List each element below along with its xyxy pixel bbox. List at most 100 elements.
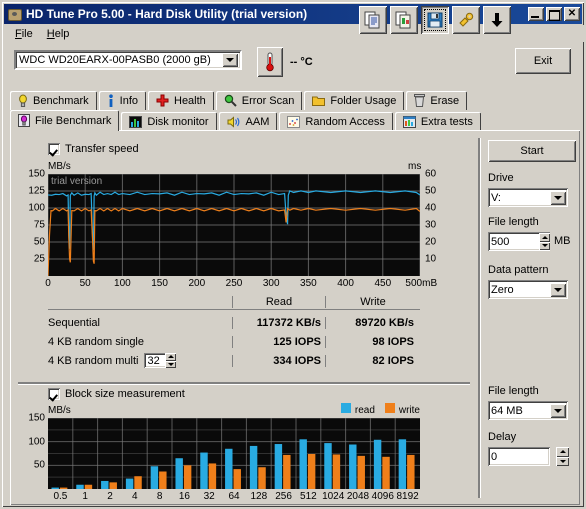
spinner-up-icon[interactable] <box>165 353 177 361</box>
file-length-unit: MB <box>554 235 571 247</box>
tab-random-access-label: Random Access <box>305 115 385 128</box>
temperature-value: -- °C <box>290 56 313 68</box>
spinner-up-icon[interactable] <box>539 233 550 242</box>
block-file-length-dropdown[interactable]: 64 MB <box>488 401 568 420</box>
block-xtick-4096: 4096 <box>371 491 394 502</box>
table-row: 4 KB random single 125 IOPS 98 IOPS <box>48 332 420 351</box>
folder-icon <box>312 95 326 107</box>
legend-swatch-write <box>384 403 395 413</box>
block-xtick-0.5: 0.5 <box>53 491 68 502</box>
chevron-down-icon[interactable] <box>550 282 566 297</box>
data-pattern-label: Data pattern <box>488 264 549 276</box>
transfer-ytick-75: 75 <box>33 219 45 231</box>
file-length-value: 500 <box>491 235 510 248</box>
file-length-input[interactable]: 500 <box>488 232 550 251</box>
tab-erase[interactable]: Erase <box>406 91 468 110</box>
tab-folder-usage[interactable]: Folder Usage <box>304 91 405 110</box>
exit-button-label: Exit <box>533 55 553 67</box>
start-button[interactable]: Start <box>488 140 576 162</box>
drive-selector[interactable]: WDC WD20EARX-00PASB0 (2000 gB) <box>14 50 242 70</box>
trash-icon <box>414 94 426 107</box>
data-pattern-dropdown[interactable]: Zero <box>488 280 568 299</box>
block-size-checkbox[interactable]: Block size measurement <box>48 388 185 400</box>
block-xtick-8192: 8192 <box>396 491 419 502</box>
row-label-random-multi-text: 4 KB random multi <box>48 354 139 367</box>
file-length-label: File length <box>488 216 539 228</box>
tab-benchmark[interactable]: Benchmark <box>10 91 97 110</box>
table-row: 4 KB random multi 32 334 IOPS 82 IOPS <box>48 351 420 370</box>
transfer-ytick-25: 25 <box>33 253 45 265</box>
block-xtick-16: 16 <box>178 491 190 502</box>
copy-image-icon[interactable] <box>390 6 418 34</box>
maximize-button[interactable] <box>546 7 562 21</box>
transfer-speed-chart: trial version 150 125 100 75 50 25 60 50… <box>28 169 437 290</box>
transfer-y2tick-60: 60 <box>425 168 437 180</box>
queue-depth-stepper[interactable]: 32 <box>144 353 177 368</box>
tab-error-scan[interactable]: Error Scan <box>215 91 303 110</box>
tab-random-access[interactable]: Random Access <box>279 112 393 131</box>
download-icon[interactable] <box>483 6 511 34</box>
transfer-speed-checkbox[interactable]: Transfer speed <box>48 143 139 155</box>
tab-health-label: Health <box>174 94 206 107</box>
table-header-read: Read <box>232 295 325 308</box>
transfer-y2-axis-title: ms <box>408 161 422 172</box>
tab-info[interactable]: Info <box>98 91 146 110</box>
tab-health[interactable]: Health <box>148 91 214 110</box>
tab-error-scan-label: Error Scan <box>241 94 295 107</box>
table-row: Sequential 117372 KB/s 89720 KB/s <box>48 313 420 332</box>
magnifier-icon <box>224 94 237 107</box>
spinner-down-icon[interactable] <box>165 360 177 368</box>
checkbox-icon <box>48 143 60 155</box>
settings-icon[interactable] <box>452 6 480 34</box>
tab-disk-monitor[interactable]: Disk monitor <box>121 112 217 131</box>
menu-help[interactable]: HHelpelp <box>40 27 77 41</box>
chevron-down-icon[interactable] <box>550 190 566 205</box>
drive-dropdown-value: V: <box>491 191 501 204</box>
spinner-down-icon[interactable] <box>539 241 550 250</box>
transfer-xtick-400: 400 <box>337 278 354 289</box>
legend-item-read: read <box>340 403 375 416</box>
temperature-button[interactable] <box>257 47 283 77</box>
tab-extra-tests[interactable]: Extra tests <box>394 112 481 131</box>
legend-label-read: read <box>354 405 375 416</box>
legend-item-write: write <box>384 403 420 416</box>
block-ytick-50: 50 <box>33 459 45 471</box>
block-size-legend: read write <box>340 403 420 416</box>
delay-input[interactable]: 0 <box>488 447 550 466</box>
spinner-down-icon[interactable] <box>556 456 569 466</box>
row-label-random-single: 4 KB random single <box>48 335 144 348</box>
transfer-xtick-200: 200 <box>188 278 206 289</box>
lightbulb-icon <box>18 94 28 108</box>
row-write-random-multi: 82 IOPS <box>325 354 420 367</box>
file-benchmark-panel: Transfer speed MB/s ms trial version 150… <box>10 130 580 505</box>
minimize-button[interactable] <box>528 7 544 21</box>
checkbox-icon <box>48 388 60 400</box>
chevron-down-icon[interactable] <box>550 403 566 418</box>
tab-benchmark-label: Benchmark <box>33 94 89 107</box>
block-xtick-256: 256 <box>275 491 292 502</box>
transfer-xtick-0: 0 <box>45 278 51 289</box>
tab-file-benchmark[interactable]: File Benchmark <box>10 110 120 131</box>
block-xtick-32: 32 <box>203 491 215 502</box>
transfer-xtick-150: 150 <box>151 278 168 289</box>
legend-swatch-read <box>340 403 351 413</box>
tab-aam-label: AAM <box>245 115 270 128</box>
chevron-down-icon[interactable] <box>222 53 238 67</box>
queue-depth-spin-buttons[interactable] <box>165 353 177 368</box>
harddisk-icon <box>7 7 23 21</box>
menu-file[interactable]: FFileile <box>8 27 40 41</box>
tab-row-1: Benchmark Info Health Error Scan Folder … <box>10 90 580 110</box>
tab-aam[interactable]: AAM <box>218 112 278 131</box>
table-header-write: Write <box>325 295 420 308</box>
spinner-up-icon[interactable] <box>556 447 569 457</box>
file-length-spin-buttons[interactable] <box>539 233 550 250</box>
exit-button[interactable]: Exit <box>515 48 571 74</box>
drive-dropdown[interactable]: V: <box>488 188 568 207</box>
close-button[interactable]: ✕ <box>564 7 580 21</box>
block-file-length-label: File length <box>488 385 539 397</box>
save-icon[interactable] <box>421 6 449 34</box>
copy-icon[interactable] <box>359 6 387 34</box>
transfer-xtick-100: 100 <box>114 278 131 289</box>
delay-spin-buttons[interactable] <box>556 447 569 466</box>
drive-selector-value: WDC WD20EARX-00PASB0 (2000 gB) <box>19 54 211 66</box>
